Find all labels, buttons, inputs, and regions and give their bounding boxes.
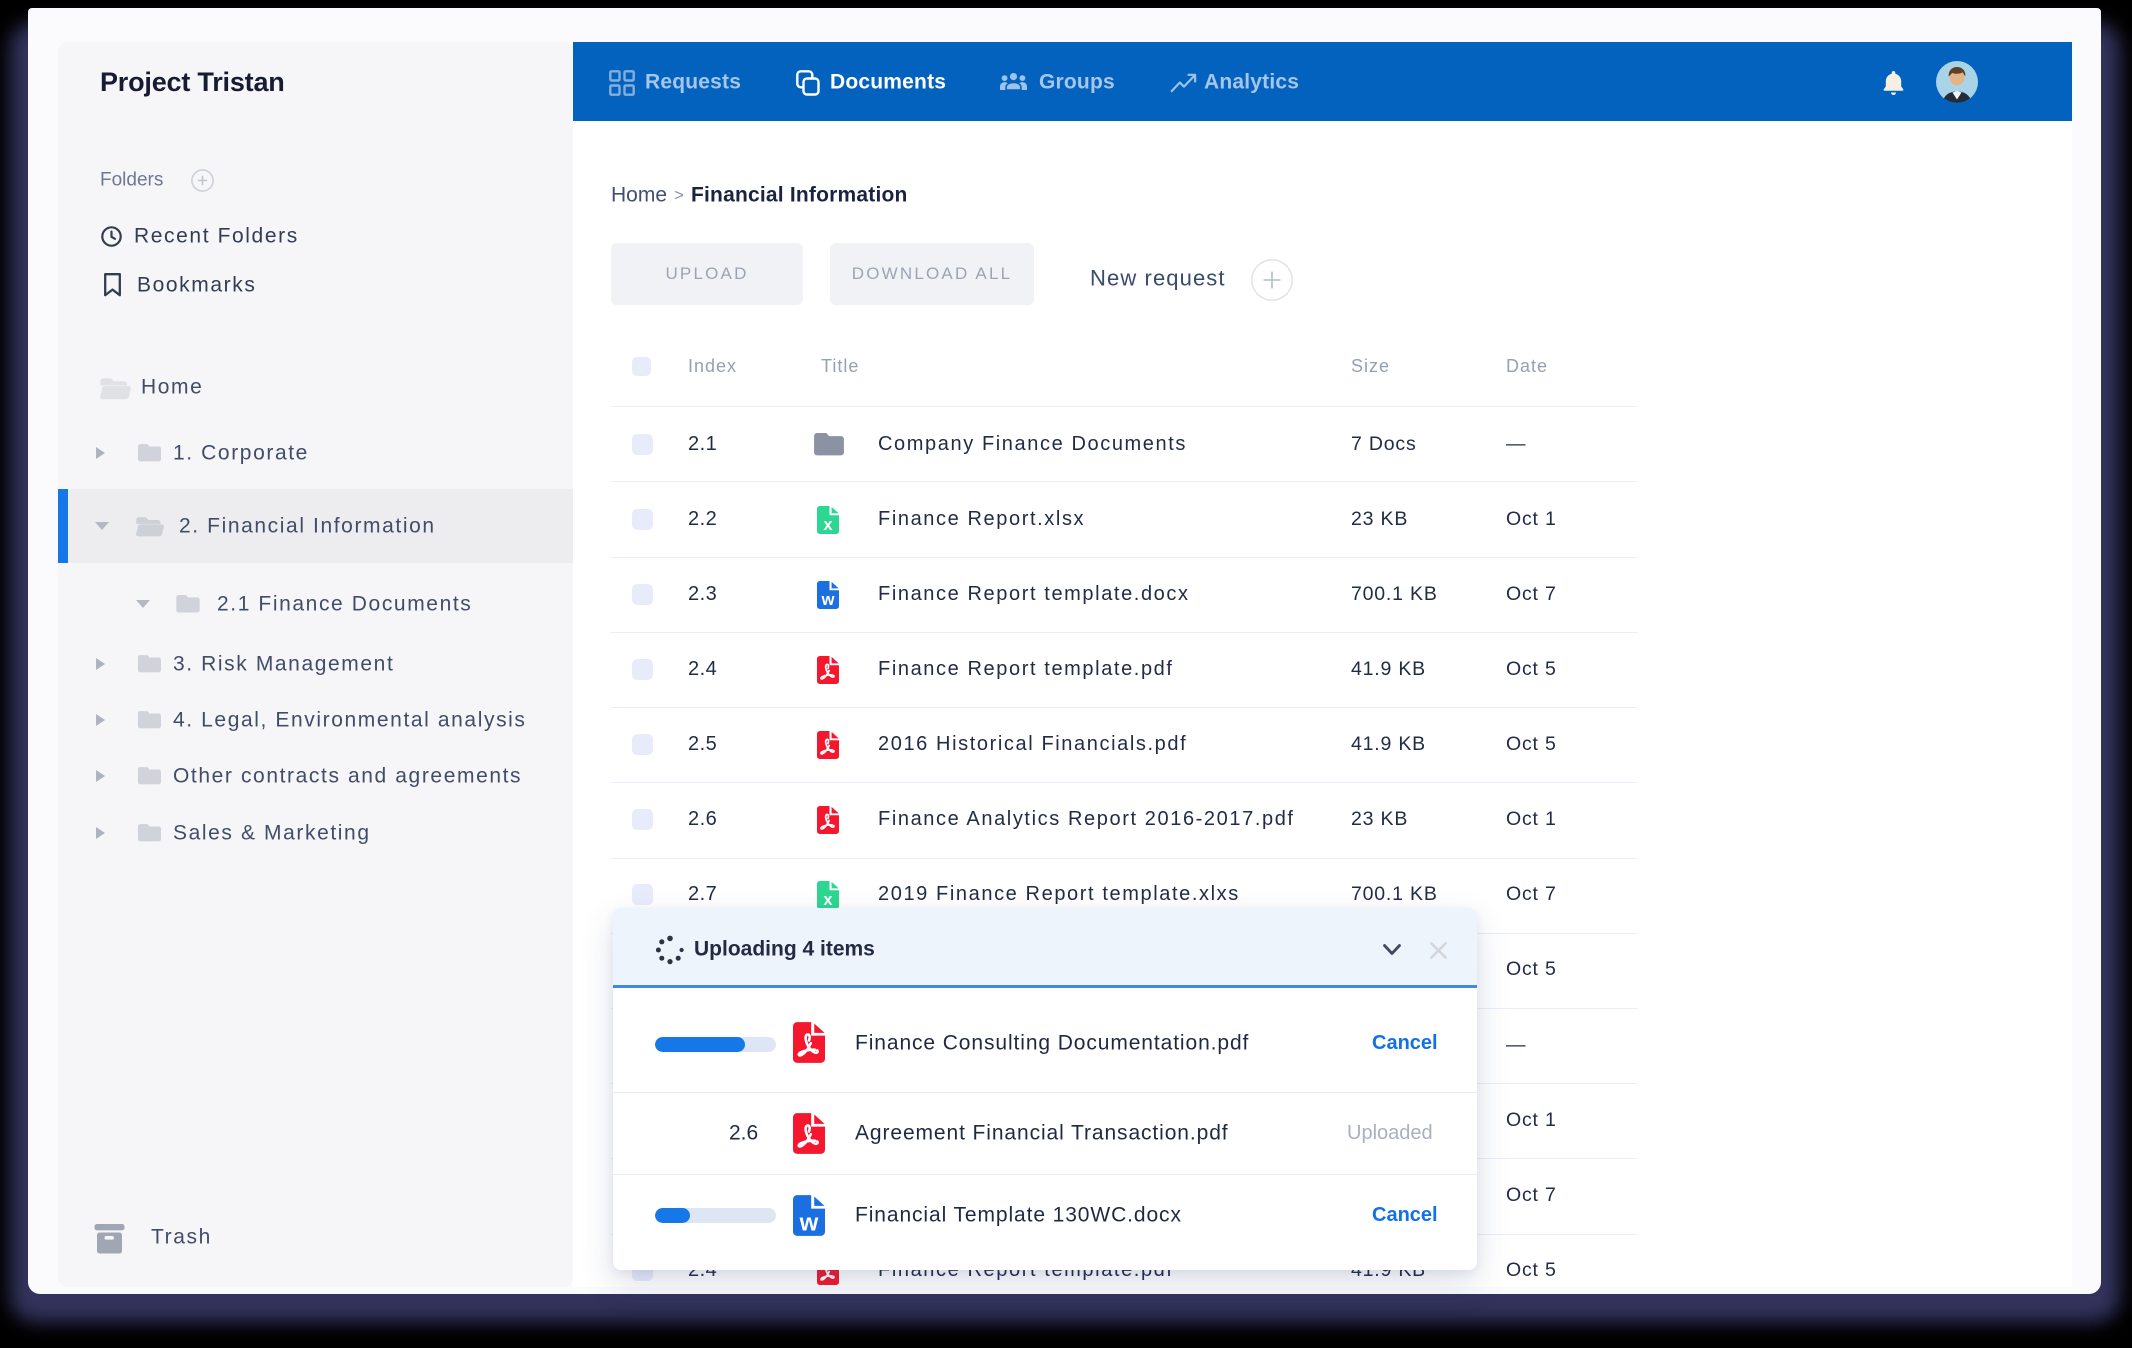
svg-text:x: x bbox=[823, 516, 833, 534]
svg-text:w: w bbox=[799, 1209, 819, 1236]
svg-text:x: x bbox=[823, 891, 833, 909]
svg-text:w: w bbox=[821, 591, 835, 609]
